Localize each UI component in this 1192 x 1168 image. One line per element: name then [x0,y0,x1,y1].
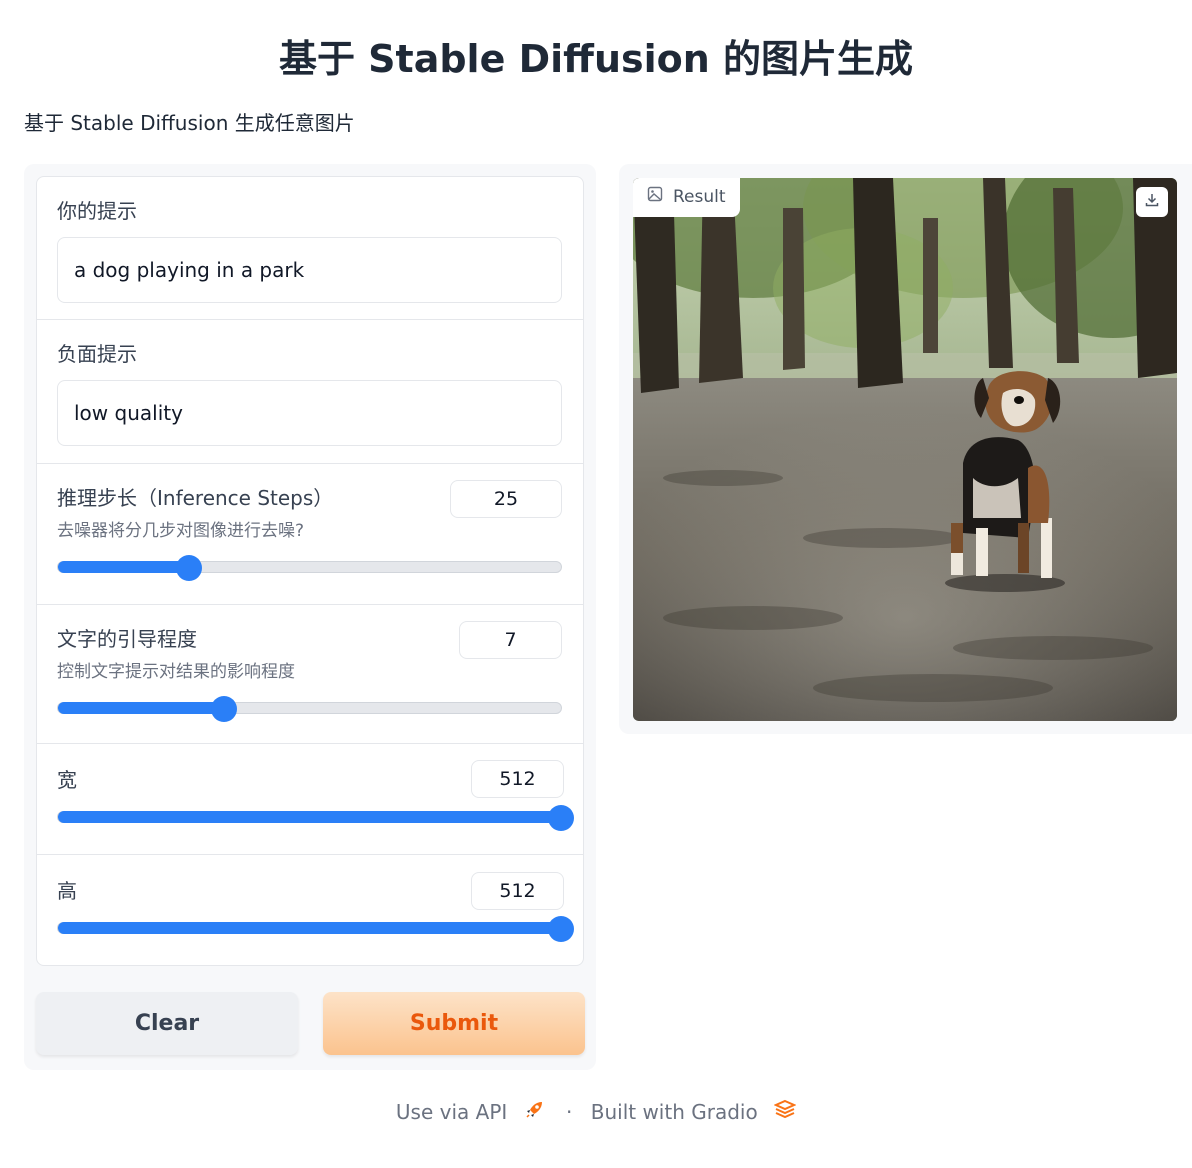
result-image [633,178,1177,721]
steps-slider-fill [58,561,189,573]
prompt-input[interactable]: a dog playing in a park [57,237,562,303]
prompt-label: 你的提示 [57,199,137,223]
height-number-input[interactable]: 512 [471,872,564,910]
steps-info: 去噪器将分几步对图像进行去噪? [57,521,305,541]
output-panel: Result [619,164,1192,734]
steps-slider-thumb[interactable] [175,555,202,581]
negative-prompt-input[interactable]: low quality [57,380,562,446]
width-label: 宽 [57,768,77,792]
guidance-number-input[interactable]: 7 [459,621,562,659]
guidance-slider-fill [58,702,224,714]
clear-button[interactable]: Clear [36,992,298,1055]
built-with-gradio-link[interactable]: Built with Gradio [591,1100,758,1124]
height-label: 高 [57,879,77,903]
steps-label: 推理步长（Inference Steps） [57,486,334,510]
result-label-badge: Result [633,178,740,217]
input-panel: 你的提示 a dog playing in a park 负面提示 low qu… [24,164,596,1070]
submit-button[interactable]: Submit [323,992,585,1055]
width-slider-thumb[interactable] [548,805,574,831]
result-label: Result [673,187,726,207]
download-button[interactable] [1136,187,1168,217]
steps-block: 推理步长（Inference Steps） 去噪器将分几步对图像进行去噪? 25 [37,464,583,605]
prompt-block: 你的提示 a dog playing in a park [37,177,583,320]
height-slider[interactable] [57,916,574,942]
guidance-block: 文字的引导程度 控制文字提示对结果的影响程度 7 [37,605,583,744]
width-slider[interactable] [57,805,574,831]
width-number-input[interactable]: 512 [471,760,564,798]
height-block: 高 512 [37,855,583,965]
footer: Use via API · Built with Gradio [0,1098,1192,1125]
steps-number-input[interactable]: 25 [450,480,562,518]
height-slider-fill [58,922,561,934]
guidance-info: 控制文字提示对结果的影响程度 [57,662,295,682]
page-description: 基于 Stable Diffusion 生成任意图片 [24,111,355,135]
gradio-logo-icon [773,1099,797,1124]
guidance-slider[interactable] [57,696,562,722]
guidance-label: 文字的引导程度 [57,627,197,651]
negative-prompt-label: 负面提示 [57,342,137,366]
use-via-api-link[interactable]: Use via API [396,1100,507,1124]
rocket-icon [524,1098,546,1125]
steps-slider[interactable] [57,555,562,581]
image-icon [647,178,663,217]
width-slider-fill [58,811,561,823]
download-icon [1144,192,1160,212]
guidance-slider-thumb[interactable] [210,696,237,722]
footer-separator: · [566,1099,573,1124]
negative-prompt-block: 负面提示 low quality [37,320,583,464]
form-box: 你的提示 a dog playing in a park 负面提示 low qu… [36,176,584,966]
width-block: 宽 512 [37,744,583,855]
height-slider-thumb[interactable] [548,916,574,942]
page-title: 基于 Stable Diffusion 的图片生成 [278,37,914,81]
